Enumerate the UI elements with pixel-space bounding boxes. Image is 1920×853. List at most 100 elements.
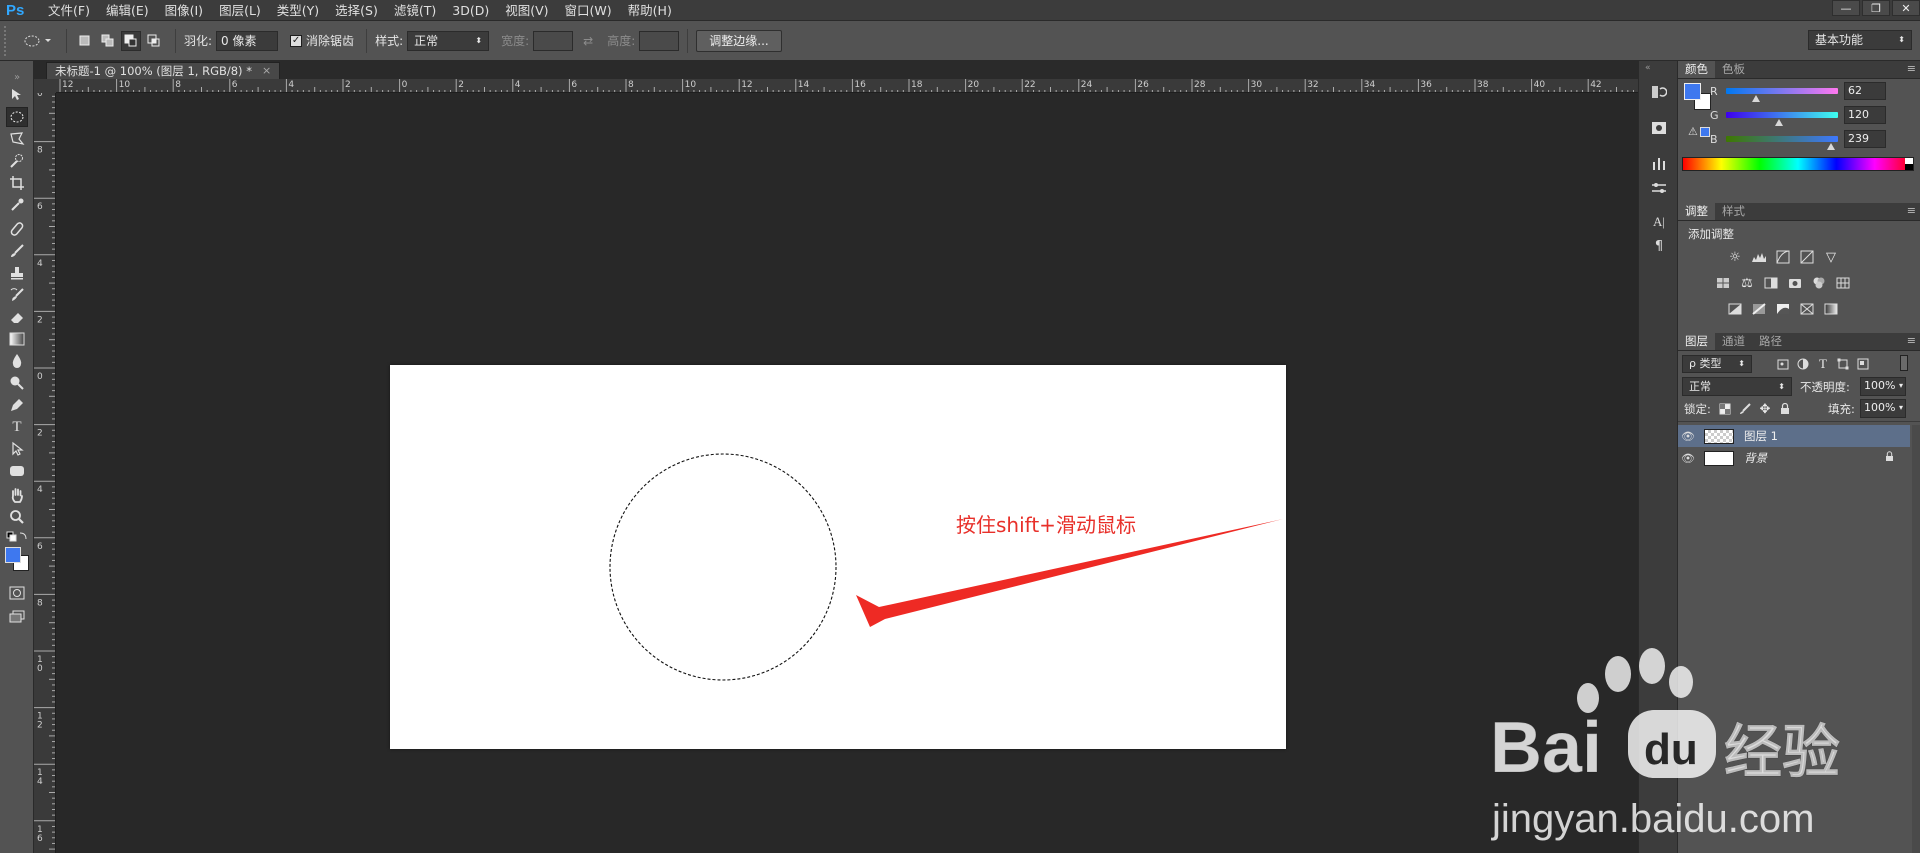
color-swatches[interactable] (5, 545, 31, 573)
layer-filter-select[interactable]: ρ 类型 ⬍ (1682, 355, 1752, 373)
layer-row-layer1[interactable]: 👁 图层 1 (1678, 425, 1910, 447)
color-balance-icon[interactable]: ⚖ (1738, 275, 1756, 291)
tab-color[interactable]: 颜色 (1678, 61, 1715, 78)
lock-transparent-icon[interactable] (1716, 401, 1734, 417)
out-of-gamut-warning-icon[interactable]: ⚠ (1688, 125, 1698, 138)
filter-adjustment-icon[interactable] (1794, 356, 1812, 372)
lock-position-icon[interactable]: ✥ (1756, 401, 1774, 417)
green-slider-thumb[interactable] (1775, 119, 1783, 126)
workspace-select[interactable]: 基本功能 ⬍ (1808, 30, 1912, 50)
lock-all-icon[interactable] (1776, 401, 1794, 417)
crop-tool[interactable] (6, 173, 28, 193)
menu-edit[interactable]: 编辑(E) (98, 0, 157, 21)
intersect-selection-button[interactable] (144, 31, 164, 51)
green-value-input[interactable]: 120 (1844, 106, 1886, 124)
filter-smart-object-icon[interactable] (1854, 356, 1872, 372)
menu-filter[interactable]: 滤镜(T) (386, 0, 444, 21)
panel-menu-icon[interactable]: ≡ (1907, 204, 1916, 217)
canvas-area[interactable]: 按住shift+滑动鼠标 (56, 93, 1638, 853)
clone-stamp-tool[interactable] (6, 263, 28, 283)
ruler-origin[interactable] (34, 79, 56, 93)
eraser-tool[interactable] (6, 307, 28, 327)
tab-layers[interactable]: 图层 (1678, 333, 1715, 350)
filter-type-icon[interactable]: T (1814, 356, 1832, 372)
vibrance-icon[interactable]: ▽ (1822, 249, 1840, 265)
close-button[interactable]: ✕ (1892, 0, 1920, 16)
visibility-eye-icon[interactable]: 👁 (1678, 430, 1698, 443)
menu-help[interactable]: 帮助(H) (620, 0, 680, 21)
document-tab[interactable]: 未标题-1 @ 100% (图层 1, RGB/8) * × (46, 62, 281, 79)
blue-slider-thumb[interactable] (1827, 143, 1835, 150)
minimize-button[interactable]: — (1832, 0, 1860, 16)
menu-file[interactable]: 文件(F) (40, 0, 98, 21)
brush-presets-panel-button[interactable] (1647, 153, 1671, 175)
exposure-icon[interactable] (1798, 249, 1816, 265)
paragraph-panel-button[interactable]: ¶ (1647, 235, 1671, 257)
filter-shape-icon[interactable] (1834, 356, 1852, 372)
hue-saturation-icon[interactable] (1714, 275, 1732, 291)
dodge-tool[interactable] (6, 373, 28, 393)
pen-tool[interactable] (6, 395, 28, 415)
menu-layer[interactable]: 图层(L) (211, 0, 269, 21)
brush-panel-button[interactable] (1647, 177, 1671, 199)
spectrum-black-swatch[interactable] (1905, 164, 1913, 170)
tab-swatches[interactable]: 色板 (1715, 61, 1752, 78)
quick-mask-button[interactable] (6, 583, 28, 603)
horizontal-ruler[interactable]: 12 10 8 6 4 2 0 2 4 6 8 10 12 14 16 18 20 22 24 26 28 30 32 34 3… (56, 79, 1638, 93)
red-slider-thumb[interactable] (1752, 95, 1760, 102)
vertical-ruler[interactable]: 086420246810121416 (34, 93, 56, 853)
blend-mode-select[interactable]: 正常 ⬍ (1682, 377, 1792, 396)
restore-button[interactable]: ❐ (1862, 0, 1890, 16)
history-brush-tool[interactable] (6, 285, 28, 305)
new-selection-button[interactable] (75, 31, 95, 51)
eyedropper-tool[interactable] (6, 195, 28, 215)
zoom-tool[interactable] (6, 507, 28, 527)
brightness-icon[interactable]: ☼ (1726, 249, 1744, 265)
blue-value-input[interactable]: 239 (1844, 130, 1886, 148)
filter-toggle-switch[interactable] (1900, 355, 1908, 371)
foreground-color-swatch[interactable] (5, 547, 21, 563)
selective-color-icon[interactable] (1798, 301, 1816, 317)
gradient-tool[interactable] (6, 329, 28, 349)
close-tab-icon[interactable]: × (262, 63, 271, 79)
document-canvas[interactable]: 按住shift+滑动鼠标 (390, 365, 1286, 749)
color-lookup-icon[interactable] (1834, 275, 1852, 291)
path-selection-tool[interactable] (6, 439, 28, 459)
hand-tool[interactable] (6, 485, 28, 505)
quick-selection-tool[interactable] (6, 151, 28, 171)
curves-icon[interactable] (1774, 249, 1792, 265)
history-panel-button[interactable] (1647, 81, 1671, 103)
channel-mixer-icon[interactable] (1810, 275, 1828, 291)
actions-panel-button[interactable] (1647, 117, 1671, 139)
fill-dropdown-icon[interactable]: ▾ (1899, 400, 1903, 416)
opacity-dropdown-icon[interactable]: ▾ (1899, 378, 1903, 394)
filter-pixel-icon[interactable] (1774, 356, 1792, 372)
menu-3d[interactable]: 3D(D) (444, 0, 497, 21)
posterize-icon[interactable] (1750, 301, 1768, 317)
elliptical-marquee-tool[interactable] (6, 107, 28, 127)
options-grip[interactable] (4, 25, 12, 56)
antialias-checkbox[interactable]: ✓ (290, 34, 303, 47)
add-selection-button[interactable] (98, 31, 118, 51)
brush-tool[interactable] (6, 241, 28, 261)
layers-scrollbar[interactable] (1912, 425, 1920, 853)
menu-window[interactable]: 窗口(W) (557, 0, 620, 21)
healing-brush-tool[interactable] (6, 219, 28, 239)
style-select[interactable]: 正常 ⬍ (407, 30, 490, 51)
feather-input[interactable]: 0 像素 (216, 30, 279, 51)
web-safe-color-swatch[interactable] (1700, 127, 1710, 137)
rectangle-tool[interactable] (6, 461, 28, 481)
dock-collapse-icon[interactable]: « (1645, 63, 1651, 73)
invert-icon[interactable] (1726, 301, 1744, 317)
tab-adjustments[interactable]: 调整 (1678, 203, 1715, 220)
red-slider[interactable] (1726, 88, 1838, 102)
layer-row-background[interactable]: 👁 背景 (1678, 447, 1910, 469)
panel-menu-icon[interactable]: ≡ (1907, 62, 1916, 75)
toolbox-collapse-icon[interactable]: » (6, 67, 28, 87)
green-slider[interactable] (1726, 112, 1838, 126)
threshold-icon[interactable] (1774, 301, 1792, 317)
move-tool[interactable] (6, 85, 28, 105)
menu-image[interactable]: 图像(I) (157, 0, 211, 21)
character-panel-button[interactable]: A| (1647, 211, 1671, 233)
lock-pixels-icon[interactable] (1736, 401, 1754, 417)
